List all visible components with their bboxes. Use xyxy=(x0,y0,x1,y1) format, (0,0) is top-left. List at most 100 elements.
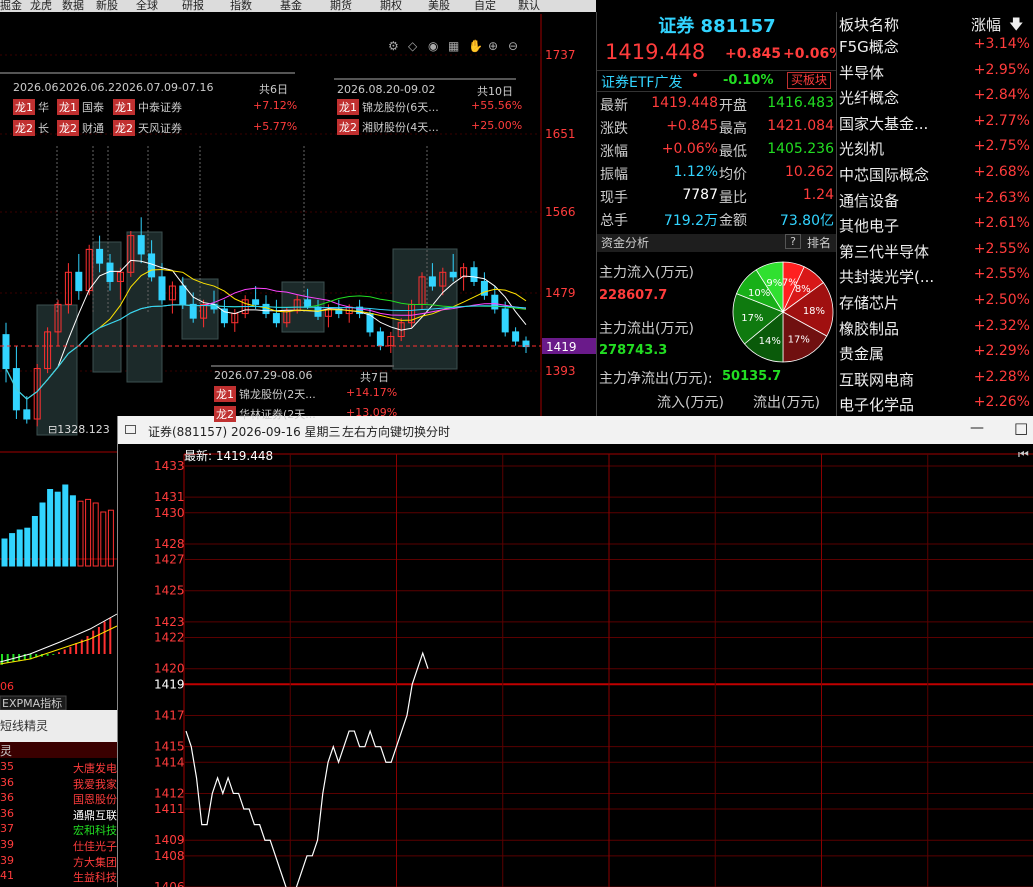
sector-row[interactable]: F5G概念 +3.14% xyxy=(839,36,1032,62)
chart-tool-icon: ◇ xyxy=(408,39,418,53)
candle-body xyxy=(148,253,156,278)
top-nav-bar: 掘金 龙虎 数据 新股 全球 研报 指数 基金 期货 期权 美股 自定 默认 xyxy=(0,0,596,12)
pie-label: 9% xyxy=(766,278,782,289)
volume-bar xyxy=(62,484,69,567)
latest-price-label: 最新: 1419.448 xyxy=(184,449,274,463)
short-line-elf-panel: 短线精灵灵 35 大唐发电 36 我爱我家 36 国恩股份 36 通鼎互联 37 宏和科技 39 仕佳光… xyxy=(0,700,117,887)
sector-name: 共封装光学(... xyxy=(839,268,935,287)
sector-name: 贵金属 xyxy=(839,345,885,364)
sector-row[interactable]: 其他电子 +2.61% xyxy=(839,215,1032,241)
chart-tool-icon: ◉ xyxy=(428,39,438,53)
elf-title: 短线精灵 xyxy=(0,719,49,733)
sector-name: 互联网电商 xyxy=(839,370,915,389)
sector-pct: +2.26% xyxy=(973,394,1030,411)
buy-sector-button[interactable]: 买板块 xyxy=(787,72,831,89)
sector-row[interactable]: 橡胶制品 +2.32% xyxy=(839,318,1032,344)
sector-name: 存储芯片 xyxy=(839,294,900,312)
help-button[interactable]: ? xyxy=(785,234,801,249)
intraday-chart[interactable]: 1433 1431 1430 1428 1427 1425 1423 1422 14201419… xyxy=(118,444,1033,887)
top-nav-item[interactable]: 掘金 xyxy=(0,0,22,12)
top-nav-item[interactable]: 新股 xyxy=(96,0,118,12)
intraday-y-label: 1430 xyxy=(154,506,185,520)
top-nav-item[interactable]: 数据 xyxy=(62,0,84,12)
candle-body xyxy=(137,235,145,255)
price-axis-label: 1393 xyxy=(545,364,576,378)
sector-name: 光刻机 xyxy=(839,140,885,159)
sector-pct: +2.32% xyxy=(973,317,1030,334)
top-nav-item[interactable]: 自定 xyxy=(474,0,496,12)
inflow-value: 228607.7 xyxy=(599,288,668,303)
rank-button[interactable]: 排名 xyxy=(807,234,831,251)
top-nav-item[interactable]: 研报 xyxy=(182,0,204,12)
candle-body xyxy=(96,248,104,264)
sector-row[interactable]: 互联网电商 +2.28% xyxy=(839,369,1032,395)
quote-title: 证券 881157 xyxy=(658,16,776,37)
top-nav-item[interactable]: 默认 xyxy=(518,0,540,12)
candle-body xyxy=(252,299,260,305)
col-inflow: 流入(万元) xyxy=(657,395,724,411)
dragon-summary-box[interactable]: 2026.06 2026.06.2 2026.07.09-07.16 共6日 龙1 华龙1… xyxy=(0,72,297,136)
price-axis-label: 1651 xyxy=(545,127,576,141)
candle-body xyxy=(189,303,197,319)
intraday-y-label: 1425 xyxy=(154,584,185,598)
top-nav-item[interactable]: 期权 xyxy=(380,0,402,12)
top-nav-item[interactable]: 指数 xyxy=(230,0,252,12)
intraday-y-label: 1417 xyxy=(154,708,185,722)
dragon-summary-box[interactable]: 2026.08.20-09.02 共10日 龙1 锦龙股份(6天... +55.56% 龙… xyxy=(334,78,522,135)
sector-row[interactable]: 半导体 +2.95% xyxy=(839,62,1032,88)
net-outflow-label: 主力净流出(万元): xyxy=(599,371,713,387)
sector-pct: +2.63% xyxy=(973,189,1030,206)
window-icon xyxy=(125,425,136,434)
skip-start-icon[interactable]: ⏮ xyxy=(1018,447,1029,462)
macd-value: 06 xyxy=(0,680,14,693)
fund-analysis-title: 资金分析 xyxy=(601,236,650,250)
sector-row[interactable]: 中芯国际概念 +2.68% xyxy=(839,164,1032,190)
sector-pct: +2.29% xyxy=(973,343,1030,360)
sector-name: F5G概念 xyxy=(839,38,899,56)
dragon-highlight-box xyxy=(126,231,163,383)
maximize-button[interactable]: □ xyxy=(1014,419,1028,437)
quote-row: 振幅 1.12% 均价 10.262 xyxy=(600,164,836,187)
sector-pct: +2.84% xyxy=(973,87,1030,104)
candle-body xyxy=(2,334,10,370)
low-price-label: ⊟1328.123 xyxy=(48,423,110,436)
sort-down-icon[interactable]: 🡇 xyxy=(1009,14,1023,38)
sector-row[interactable]: 第三代半导体 +2.55% xyxy=(839,241,1032,267)
dragon-summary-box[interactable]: 2026.07.29-08.06 共7日 龙1 锦龙股份(2天... +14.17% 龙2… xyxy=(211,365,397,422)
top-nav-item[interactable]: 期货 xyxy=(330,0,352,12)
etf-link[interactable]: 证券ETF广发 xyxy=(601,72,682,92)
volume-bar xyxy=(31,516,38,567)
minimize-button[interactable]: — xyxy=(970,420,984,436)
quote-label: 量比 xyxy=(719,190,747,206)
top-nav-item[interactable]: 基金 xyxy=(280,0,302,12)
quote-row: 现手 7787 量比 1.24 xyxy=(600,187,836,210)
intraday-y-label: 1411 xyxy=(154,802,185,816)
quote-label: 开盘 xyxy=(719,98,747,114)
sector-row[interactable]: 通信设备 +2.63% xyxy=(839,190,1032,216)
quote-value: 1.24 xyxy=(802,187,834,203)
sector-row[interactable]: 光纤概念 +2.84% xyxy=(839,87,1032,113)
quote-label: 最高 xyxy=(719,121,747,137)
sector-row[interactable]: 贵金属 +2.29% xyxy=(839,343,1032,369)
sector-pct: +2.95% xyxy=(973,61,1030,78)
sector-pct: +2.75% xyxy=(973,138,1030,155)
sector-name: 第三代半导体 xyxy=(839,242,930,261)
pie-label: 10% xyxy=(748,288,770,299)
sector-row[interactable]: 光刻机 +2.75% xyxy=(839,138,1032,164)
quote-value: +0.06% xyxy=(661,141,718,157)
sector-row[interactable]: 存储芯片 +2.50% xyxy=(839,292,1032,318)
intraday-y-label: 1428 xyxy=(154,537,185,551)
sector-pct: +2.55% xyxy=(973,240,1030,257)
elf-header: 灵 xyxy=(0,744,13,758)
intraday-y-label: 1420 xyxy=(154,662,185,676)
candle-body xyxy=(179,285,187,305)
sector-row[interactable]: 共封装光学(... +2.55% xyxy=(839,266,1032,292)
price-axis-label: 1566 xyxy=(545,205,576,219)
top-nav-item[interactable]: 龙虎 xyxy=(30,0,52,12)
sector-row[interactable]: 国家大基金... +2.77% xyxy=(839,113,1032,139)
intraday-bg xyxy=(118,444,1033,887)
top-nav-item[interactable]: 全球 xyxy=(136,0,158,12)
sector-header-pct[interactable]: 涨幅 xyxy=(971,14,1001,35)
top-nav-item[interactable]: 美股 xyxy=(428,0,450,12)
candle-body xyxy=(470,267,478,282)
